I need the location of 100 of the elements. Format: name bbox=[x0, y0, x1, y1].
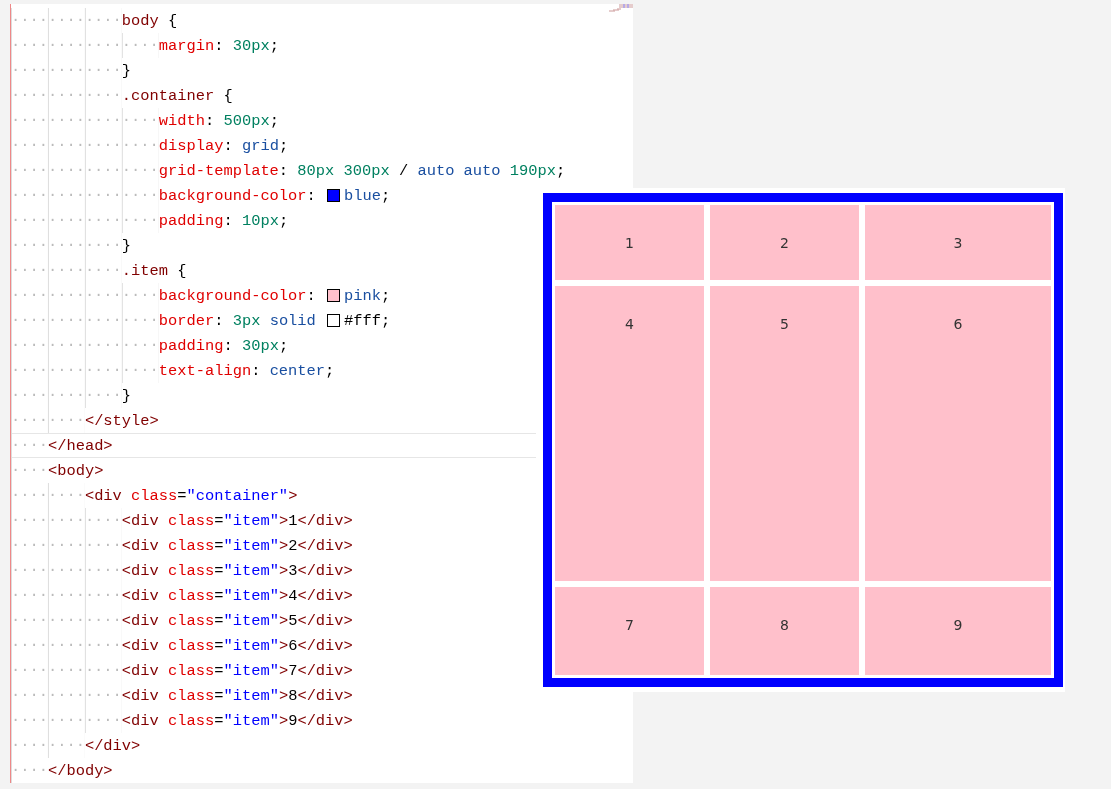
code-token: pink bbox=[344, 286, 381, 305]
code-token: 2 bbox=[288, 536, 298, 555]
code-token: : bbox=[306, 186, 317, 205]
code-token: <div bbox=[121, 686, 160, 705]
code-token: : bbox=[278, 161, 290, 180]
code-token: ; bbox=[269, 36, 279, 55]
code-token: = bbox=[214, 586, 224, 605]
code-token: <div bbox=[121, 536, 160, 555]
code-token: </div> bbox=[297, 686, 353, 705]
item-number: 1 bbox=[625, 235, 634, 251]
whitespace-dots: ············ bbox=[11, 533, 122, 558]
code-token: "item" bbox=[223, 686, 279, 705]
code-token: = bbox=[214, 636, 224, 655]
whitespace-dots: ················ bbox=[11, 208, 159, 233]
code-token: body bbox=[121, 11, 159, 30]
code-token: <body> bbox=[47, 461, 104, 480]
code-token: ; bbox=[278, 211, 289, 230]
whitespace-dots: ···· bbox=[11, 433, 48, 458]
code-token: display bbox=[158, 136, 224, 155]
item-number: 3 bbox=[953, 235, 963, 251]
whitespace-dots: ············ bbox=[11, 583, 122, 608]
code-token: </head> bbox=[47, 436, 113, 455]
code-token: 8 bbox=[288, 686, 298, 705]
code-token: 7 bbox=[288, 661, 298, 680]
code-token: "item" bbox=[223, 711, 279, 730]
code-token: class bbox=[168, 586, 215, 605]
code-token: border bbox=[158, 311, 215, 330]
code-token: } bbox=[121, 236, 132, 255]
code-token: = bbox=[214, 561, 224, 580]
code-token: ; bbox=[278, 136, 289, 155]
code-token: <div bbox=[121, 636, 160, 655]
whitespace-dots: ········ bbox=[11, 733, 85, 758]
code-token: : bbox=[214, 36, 225, 55]
code-token: width bbox=[158, 111, 205, 130]
code-token: > bbox=[278, 611, 289, 630]
whitespace-dots: ················ bbox=[11, 108, 159, 133]
code-token: </div> bbox=[297, 586, 353, 605]
code-token: 10px bbox=[241, 211, 279, 230]
code-token: class bbox=[168, 511, 215, 530]
code-token: class bbox=[131, 486, 178, 505]
item-number: 7 bbox=[625, 617, 634, 633]
code-token: ; bbox=[325, 361, 335, 380]
code-token: </div> bbox=[297, 611, 353, 630]
code-token: blue bbox=[344, 186, 381, 205]
code-token: 4 bbox=[288, 586, 298, 605]
code-token: "item" bbox=[223, 661, 279, 680]
code-token: / bbox=[397, 161, 410, 180]
code-token: 9 bbox=[288, 711, 298, 730]
code-token: <div bbox=[121, 511, 160, 530]
code-token: <div bbox=[121, 586, 160, 605]
code-token: padding bbox=[158, 211, 224, 230]
code-token: </div> bbox=[297, 661, 353, 680]
code-token: = bbox=[214, 686, 224, 705]
whitespace-dots: ············ bbox=[11, 233, 122, 258]
whitespace-dots: ············ bbox=[11, 633, 122, 658]
code-token: class bbox=[168, 536, 215, 555]
code-token: class bbox=[168, 686, 215, 705]
whitespace-dots: ················ bbox=[11, 183, 159, 208]
code-token: > bbox=[278, 711, 289, 730]
code-token: 190px bbox=[509, 161, 556, 180]
code-token: : bbox=[204, 111, 216, 130]
whitespace-dots: ················ bbox=[11, 333, 159, 358]
code-token: "container" bbox=[186, 486, 289, 505]
item-number: 8 bbox=[780, 617, 789, 633]
code-token: = bbox=[177, 486, 187, 505]
code-token: <div bbox=[121, 611, 160, 630]
code-token: </style> bbox=[84, 411, 159, 430]
item-number: 4 bbox=[625, 316, 634, 332]
code-token: <div bbox=[121, 661, 160, 680]
code-token: "item" bbox=[223, 611, 279, 630]
code-token: </div> bbox=[297, 711, 353, 730]
whitespace-dots: ············ bbox=[11, 508, 122, 533]
code-token: = bbox=[214, 611, 224, 630]
code-token: </div> bbox=[297, 636, 353, 655]
code-token: { bbox=[167, 11, 178, 30]
whitespace-dots: ········ bbox=[11, 408, 85, 433]
code-token: : bbox=[223, 336, 234, 355]
code-token: </div> bbox=[297, 536, 353, 555]
whitespace-dots: ···· bbox=[11, 758, 48, 783]
code-token: } bbox=[121, 386, 132, 405]
code-token: </div> bbox=[297, 511, 353, 530]
code-token: class bbox=[168, 661, 215, 680]
code-token: class bbox=[168, 561, 215, 580]
code-token: > bbox=[278, 511, 289, 530]
code-token: = bbox=[214, 536, 224, 555]
whitespace-dots: ············ bbox=[11, 658, 122, 683]
code-token: : bbox=[223, 211, 234, 230]
code-token: solid bbox=[269, 311, 317, 330]
whitespace-dots: ············ bbox=[11, 558, 122, 583]
code-token: <div bbox=[84, 486, 123, 505]
code-token: .container bbox=[121, 86, 215, 105]
code-token: = bbox=[214, 711, 224, 730]
code-token: 80px 300px bbox=[297, 161, 390, 180]
whitespace-dots: ········ bbox=[11, 483, 85, 508]
code-token: text-align bbox=[158, 361, 252, 380]
code-token: "item" bbox=[223, 561, 279, 580]
code-token: "item" bbox=[223, 586, 279, 605]
code-token: ; bbox=[555, 161, 566, 180]
whitespace-dots: ············ bbox=[11, 383, 122, 408]
code-token: { bbox=[176, 261, 187, 280]
